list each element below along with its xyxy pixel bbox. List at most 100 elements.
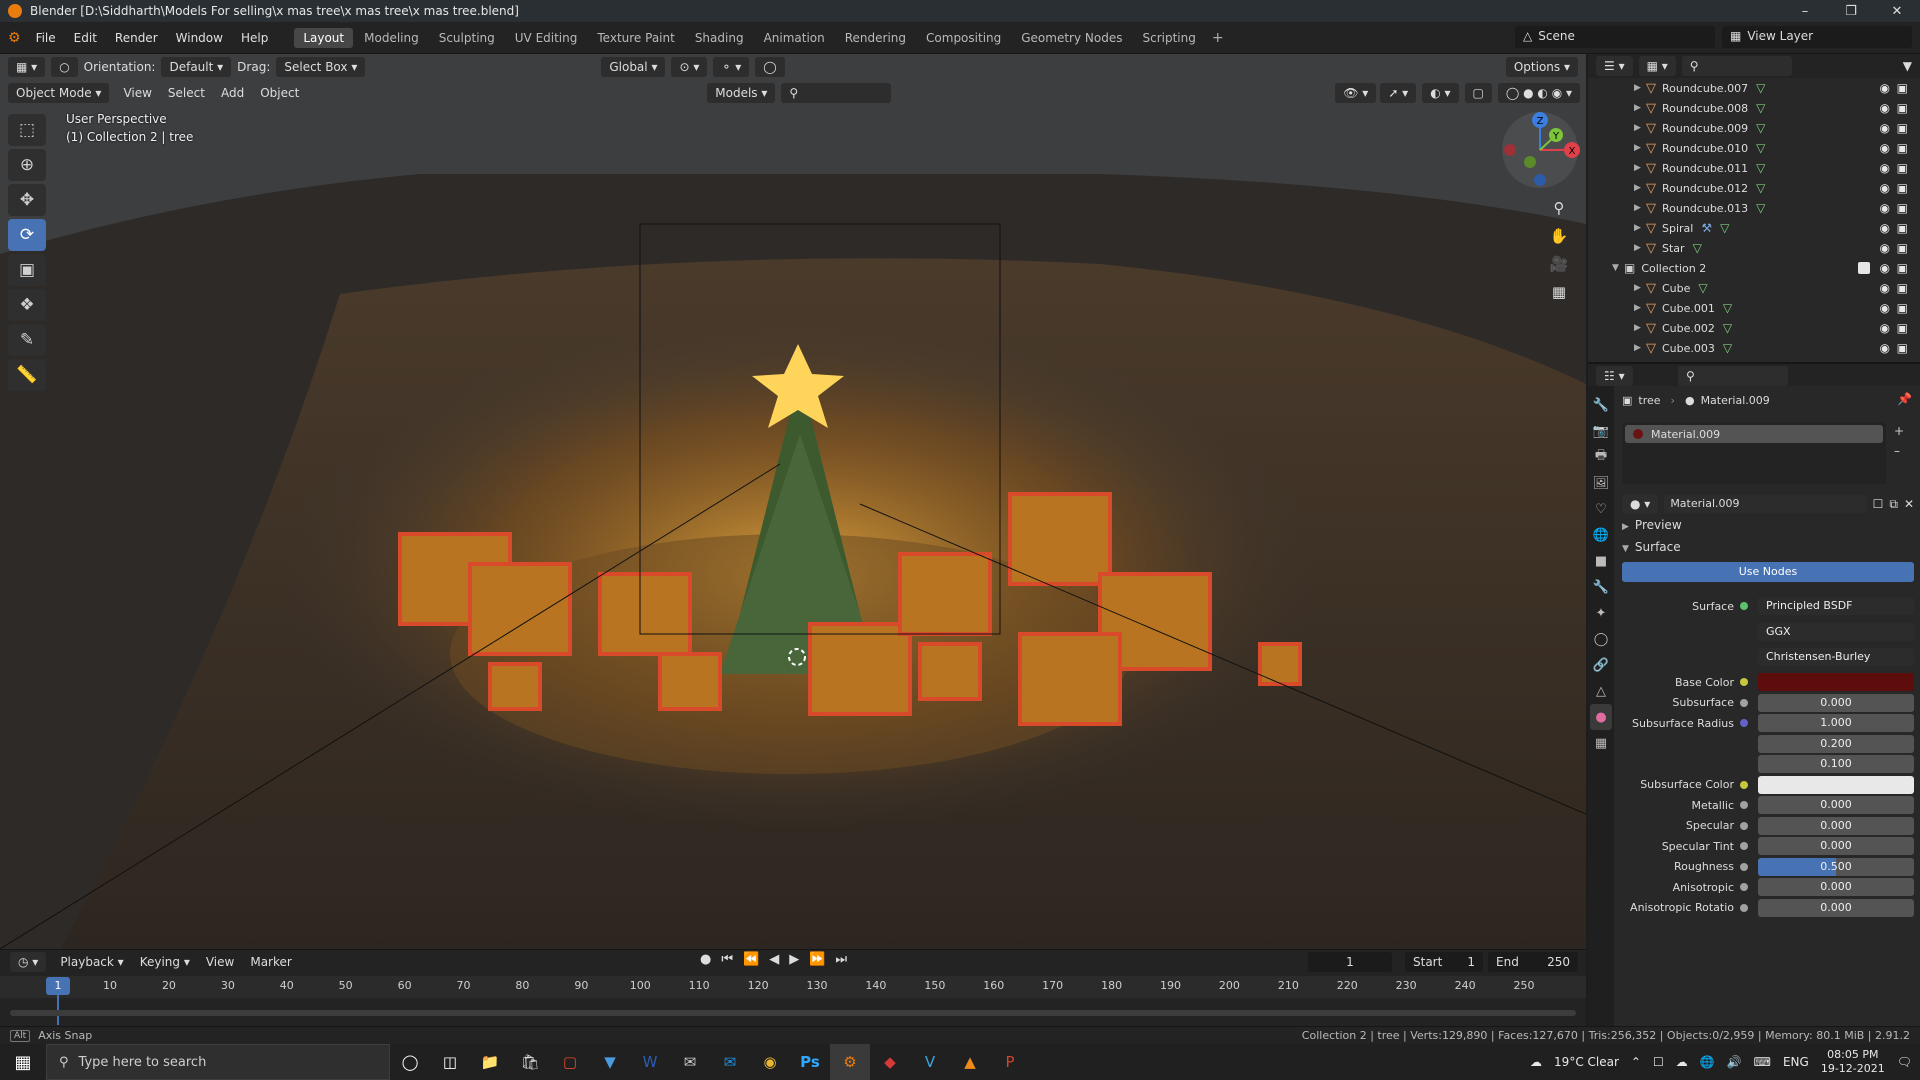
pan-hand-icon[interactable]: ✋ bbox=[1546, 222, 1572, 250]
vpn-icon[interactable]: V bbox=[910, 1044, 950, 1080]
mesh-data-icon[interactable]: ▽ bbox=[1756, 141, 1765, 155]
viewport-menu-select[interactable]: Select bbox=[168, 86, 205, 100]
mesh-data-icon[interactable]: ▽ bbox=[1756, 101, 1765, 115]
tray-expand-icon[interactable]: ⌃ bbox=[1631, 1055, 1641, 1069]
outliner-object-row[interactable]: ▶ ▽ Roundcube.011 ▽ ◉ ▣ bbox=[1588, 158, 1920, 178]
notifications-icon[interactable]: 🗨 bbox=[1897, 1055, 1912, 1069]
proportional-edit-toggle[interactable]: ◯ bbox=[755, 57, 785, 77]
network-icon[interactable]: 🌐 bbox=[1700, 1055, 1715, 1069]
input-socket-icon[interactable] bbox=[1740, 801, 1748, 809]
play-reverse-icon[interactable]: ◀ bbox=[769, 952, 779, 967]
expand-icon[interactable]: ▶ bbox=[1634, 323, 1646, 333]
workspace-tab-animation[interactable]: Animation bbox=[755, 28, 834, 48]
workspace-tab-layout[interactable]: Layout bbox=[294, 27, 354, 48]
data-tab-icon[interactable]: △ bbox=[1590, 678, 1612, 704]
visibility-eye-icon[interactable]: ◉ bbox=[1880, 221, 1890, 235]
view-layer-selector[interactable]: ▦ View Layer bbox=[1722, 26, 1912, 48]
visibility-eye-icon[interactable]: ◉ bbox=[1880, 101, 1890, 115]
tool-tab-icon[interactable]: 🔧 bbox=[1590, 392, 1612, 418]
workspace-tab-scripting[interactable]: Scripting bbox=[1133, 28, 1204, 48]
workspace-tab-compositing[interactable]: Compositing bbox=[917, 28, 1010, 48]
workspace-tab-uv-editing[interactable]: UV Editing bbox=[506, 28, 587, 48]
app-red-icon[interactable]: ◆ bbox=[870, 1044, 910, 1080]
outliner-object-row[interactable]: ▶ ▽ Roundcube.013 ▽ ◉ ▣ bbox=[1588, 198, 1920, 218]
visibility-eye-icon[interactable]: ◉ bbox=[1880, 341, 1890, 355]
visibility-eye-icon[interactable]: ◉ bbox=[1880, 301, 1890, 315]
playhead-frame[interactable]: 1 bbox=[46, 977, 70, 995]
outliner-editor-type[interactable]: ☰ ▾ bbox=[1596, 56, 1633, 76]
viewport-menu-object[interactable]: Object bbox=[260, 86, 299, 100]
render-camera-icon[interactable]: ▣ bbox=[1897, 141, 1908, 155]
filter-icon[interactable]: ▼ bbox=[1903, 59, 1912, 73]
photoshop-icon[interactable]: Ps bbox=[790, 1044, 830, 1080]
gizmos-toggle[interactable]: ➚ ▾ bbox=[1380, 83, 1417, 103]
drag-dropdown[interactable]: Select Box ▾ bbox=[276, 57, 366, 77]
volume-icon[interactable]: 🔊 bbox=[1727, 1055, 1742, 1069]
zoom-icon[interactable]: ⚲ bbox=[1546, 194, 1572, 222]
expand-icon[interactable]: ▼ bbox=[1612, 263, 1624, 273]
keyboard-icon[interactable]: ⌨ bbox=[1754, 1055, 1771, 1069]
mesh-data-icon[interactable]: ▽ bbox=[1723, 321, 1732, 335]
move-icon[interactable]: ✥ bbox=[8, 184, 46, 216]
workspace-tab-rendering[interactable]: Rendering bbox=[836, 28, 915, 48]
windows-start-icon[interactable]: ▦ bbox=[0, 1044, 46, 1080]
mesh-data-icon[interactable]: ▽ bbox=[1756, 161, 1765, 175]
powerpoint-icon[interactable]: P bbox=[990, 1044, 1030, 1080]
expand-icon[interactable]: ▶ bbox=[1634, 303, 1646, 313]
mesh-data-icon[interactable]: ▽ bbox=[1720, 221, 1729, 235]
viewport-search-field[interactable]: ⚲ bbox=[781, 83, 892, 103]
mesh-data-icon[interactable]: ▽ bbox=[1723, 301, 1732, 315]
render-tab-icon[interactable]: 📷 bbox=[1590, 418, 1612, 444]
input-socket-icon[interactable] bbox=[1740, 862, 1748, 871]
scale-icon[interactable]: ▣ bbox=[8, 254, 46, 286]
current-frame-field[interactable]: 1 bbox=[1308, 952, 1392, 972]
number-field[interactable]: 0.000 bbox=[1758, 693, 1914, 712]
tray-usb-icon[interactable]: ☐ bbox=[1653, 1055, 1664, 1069]
visibility-eye-icon[interactable]: ◉ bbox=[1880, 321, 1890, 335]
prev-keyframe-icon[interactable]: ⏪ bbox=[743, 952, 759, 967]
particles-tab-icon[interactable]: ✦ bbox=[1590, 600, 1612, 626]
visibility-eye-icon[interactable]: ◉ bbox=[1880, 161, 1890, 175]
options-dropdown[interactable]: Options ▾ bbox=[1505, 57, 1578, 77]
snap-toggle[interactable]: ⚬ ▾ bbox=[713, 57, 750, 77]
tray-cloud-icon[interactable]: ☁ bbox=[1676, 1055, 1688, 1069]
workspace-tab-sculpting[interactable]: Sculpting bbox=[430, 28, 504, 48]
number-field[interactable]: 0.000 bbox=[1758, 816, 1914, 835]
timeline-scrollbar[interactable] bbox=[10, 1010, 1576, 1016]
visibility-dropdown[interactable]: 👁 ▾ bbox=[1335, 83, 1377, 103]
select-box-icon[interactable]: ⬚ bbox=[8, 114, 46, 146]
material-name-field[interactable]: Material.009 bbox=[1664, 495, 1867, 513]
timeline-menu-view[interactable]: View bbox=[206, 955, 234, 969]
timeline-editor-type[interactable]: ◷ ▾ bbox=[10, 952, 47, 972]
render-camera-icon[interactable]: ▣ bbox=[1897, 201, 1908, 215]
viewport-menu-view[interactable]: View bbox=[123, 86, 151, 100]
outliner-object-row[interactable]: ▶ ▽ Cube ▽ ◉ ▣ bbox=[1588, 278, 1920, 298]
menu-help[interactable]: Help bbox=[241, 31, 268, 45]
expand-icon[interactable]: ▶ bbox=[1634, 283, 1646, 293]
render-camera-icon[interactable]: ▣ bbox=[1897, 221, 1908, 235]
vlc-icon[interactable]: ▲ bbox=[950, 1044, 990, 1080]
distribution-dropdown[interactable]: GGX bbox=[1758, 623, 1914, 641]
duplicate-material-icon[interactable]: ⧉ bbox=[1889, 497, 1898, 512]
word-icon[interactable]: W bbox=[630, 1044, 670, 1080]
mesh-data-icon[interactable]: ▽ bbox=[1756, 181, 1765, 195]
restore-icon[interactable]: ❐ bbox=[1828, 0, 1874, 22]
modifier-tab-icon[interactable]: 🔧 bbox=[1590, 574, 1612, 600]
add-slot-icon[interactable]: + bbox=[1894, 424, 1904, 438]
taskbar-search-field[interactable]: ⚲ Type here to search bbox=[46, 1044, 390, 1080]
texture-tab-icon[interactable]: ▦ bbox=[1590, 730, 1612, 756]
outliner-object-row[interactable]: ▶ ▽ Roundcube.012 ▽ ◉ ▣ bbox=[1588, 178, 1920, 198]
minimize-icon[interactable]: – bbox=[1782, 0, 1828, 22]
properties-editor-type[interactable]: ☷ ▾ bbox=[1596, 366, 1633, 386]
expand-icon[interactable]: ▶ bbox=[1634, 83, 1646, 93]
menu-edit[interactable]: Edit bbox=[74, 31, 97, 45]
play-icon[interactable]: ▶ bbox=[789, 952, 799, 967]
material-slot-item[interactable]: Material.009 bbox=[1625, 425, 1883, 443]
3d-viewport[interactable]: ▦ ▾ ○ Orientation: Default ▾ Drag: Selec… bbox=[0, 54, 1586, 949]
number-field[interactable]: 0.000 bbox=[1758, 878, 1914, 896]
scene-tab-icon[interactable]: ♡ bbox=[1590, 496, 1612, 522]
surface-panel-header[interactable]: ▼ Surface bbox=[1622, 540, 1681, 554]
input-socket-icon[interactable] bbox=[1740, 740, 1748, 748]
visibility-eye-icon[interactable]: ◉ bbox=[1880, 141, 1890, 155]
number-field[interactable]: 0.100 bbox=[1758, 755, 1914, 773]
